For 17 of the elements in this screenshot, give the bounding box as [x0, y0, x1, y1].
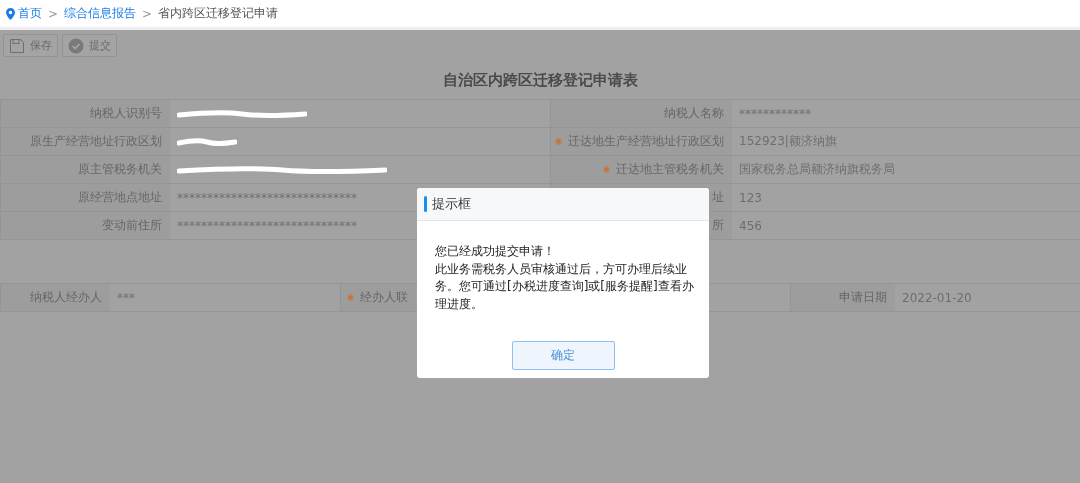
breadcrumb-separator: >	[48, 6, 59, 21]
field-value: ************	[739, 106, 811, 121]
title-accent-bar	[424, 196, 427, 212]
form-title: 自治区内跨区迁移登记申请表	[441, 70, 639, 91]
dialog-message: 此业务需税务人员审核通过后，方可办理后续业务。您可通过[办税进度查询]或[服务提醒]查看办理进度。	[435, 260, 695, 313]
breadcrumb-separator: >	[142, 6, 153, 21]
location-pin-icon	[6, 7, 15, 20]
field-value: ***	[117, 290, 135, 305]
breadcrumb-current: 省内跨区迁移登记申请	[158, 5, 279, 22]
check-circle-icon	[68, 37, 84, 54]
breadcrumb-link[interactable]: 综合信息报告	[64, 5, 137, 22]
dialog-message: 您已经成功提交申请！	[435, 243, 556, 260]
dialog-title: 提示框	[432, 195, 471, 213]
field-value: ******************************	[177, 218, 357, 233]
field-value: ******************************	[177, 190, 357, 205]
confirm-button[interactable]: 确定	[511, 341, 615, 370]
breadcrumb-link[interactable]: 首页	[18, 5, 42, 22]
